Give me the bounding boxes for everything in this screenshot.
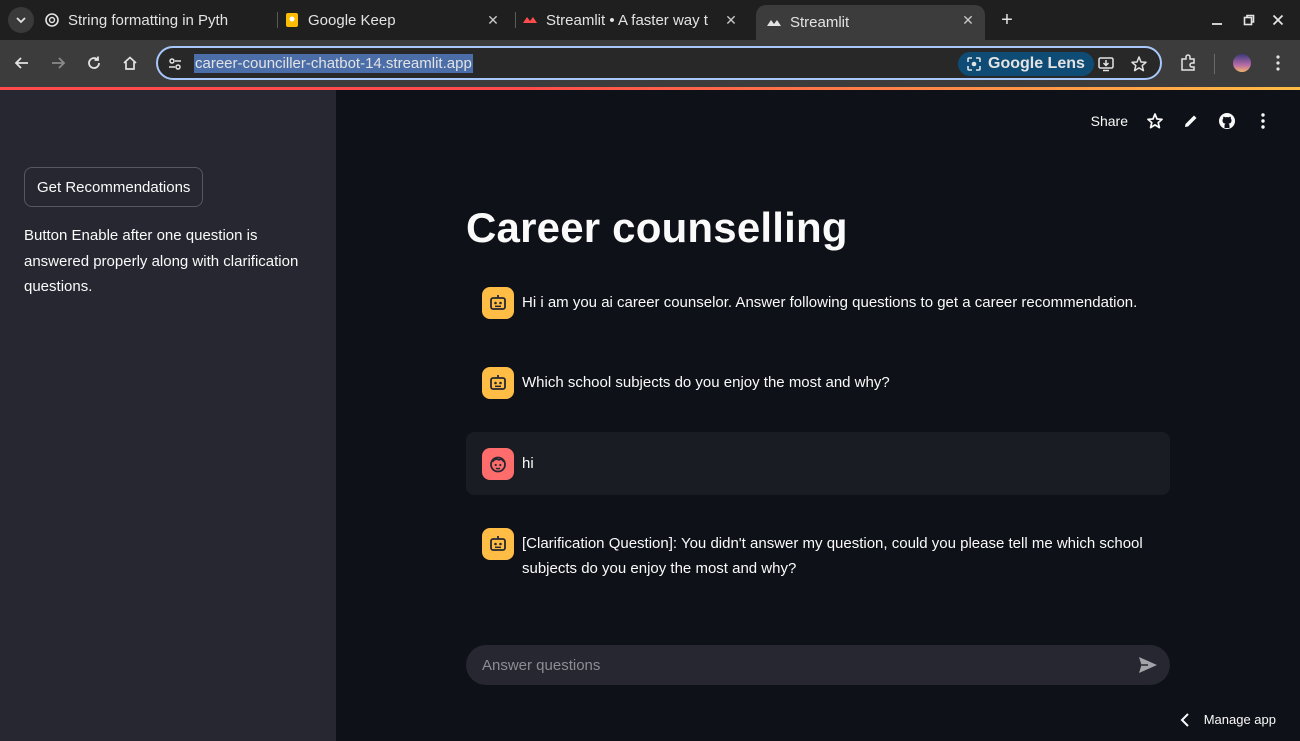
message-text: hi [522,455,534,472]
send-icon[interactable] [1138,655,1158,675]
github-icon[interactable] [1218,112,1236,130]
chat-input-container [466,645,1170,685]
profile-avatar[interactable] [1230,51,1254,75]
forward-icon[interactable] [46,51,70,75]
close-icon[interactable]: ✕ [722,11,740,29]
keep-icon [284,12,300,28]
streamlit-logo-icon [766,15,782,31]
close-window-icon[interactable] [1268,10,1288,30]
new-tab-button[interactable]: + [996,9,1018,31]
tab-streamlit-site[interactable]: Streamlit • A faster way t ✕ [522,5,748,35]
chevron-down-icon [16,17,26,24]
tab-title: Streamlit • A faster way t [546,11,708,29]
tab-title: String formatting in Pyth [68,11,229,29]
back-icon[interactable] [10,51,34,75]
chat-message-assistant: Which school subjects do you enjoy the m… [466,351,1170,415]
sidebar: Get Recommendations Button Enable after … [0,90,336,741]
lens-icon [966,56,982,77]
browser-tabstrip: String formatting in Pyth Google Keep ✕ … [0,0,1300,40]
minimize-icon[interactable] [1207,10,1227,30]
app-menu-icon[interactable] [1254,112,1272,130]
page-title: Career counselling [466,204,848,251]
edit-pencil-icon[interactable] [1182,112,1200,130]
chat-message-assistant: [Clarification Question]: You didn't ans… [466,512,1170,597]
tab-google-keep[interactable]: Google Keep ✕ [284,5,510,35]
tab-title: Streamlit [790,14,850,31]
restore-icon[interactable] [1239,10,1259,30]
site-settings-icon[interactable] [167,56,183,77]
browser-menu-icon[interactable] [1266,51,1290,75]
manage-app-label: Manage app [1203,712,1276,727]
bot-avatar-icon [482,528,514,560]
lens-label: Google Lens [988,55,1085,72]
tab-search-button[interactable] [8,7,34,33]
app-header-actions: Share [1091,112,1272,130]
bookmark-star-icon[interactable] [1130,55,1148,78]
sidebar-note: Button Enable after one question is answ… [24,227,299,295]
close-icon[interactable]: ✕ [959,11,977,29]
message-text: Hi i am you ai career counselor. Answer … [522,294,1138,311]
chat-message-user: hi [466,432,1170,495]
main-content: Share Career counselling Hi i am you ai … [336,90,1300,741]
home-icon[interactable] [118,51,142,75]
tab-title: Google Keep [308,11,396,29]
message-text: [Clarification Question]: You didn't ans… [522,535,1143,577]
bot-avatar-icon [482,367,514,399]
chat-message-assistant: Hi i am you ai career counselor. Answer … [466,271,1170,335]
extensions-icon[interactable] [1176,51,1200,75]
install-app-icon[interactable] [1097,55,1115,78]
url-text[interactable]: career-counciller-chatbot-14.streamlit.a… [194,54,473,73]
tab-streamlit-active[interactable]: Streamlit ✕ [756,5,985,40]
star-icon[interactable] [1146,112,1164,130]
reload-icon[interactable] [82,51,106,75]
user-avatar-icon [482,448,514,480]
openai-icon [44,12,60,28]
streamlit-logo-icon [522,12,538,28]
close-icon[interactable]: ✕ [484,11,502,29]
message-text: Which school subjects do you enjoy the m… [522,374,890,391]
chat-input[interactable] [482,645,1122,685]
address-bar[interactable]: career-counciller-chatbot-14.streamlit.a… [156,46,1162,80]
get-recommendations-button[interactable]: Get Recommendations [24,167,204,207]
tab-string-formatting[interactable]: String formatting in Pyth [44,5,270,35]
google-lens-chip[interactable]: Google Lens [958,52,1094,76]
share-button[interactable]: Share [1091,113,1128,129]
chevron-left-icon [1180,712,1189,727]
bot-avatar-icon [482,287,514,319]
manage-app-button[interactable]: Manage app [1180,712,1276,727]
